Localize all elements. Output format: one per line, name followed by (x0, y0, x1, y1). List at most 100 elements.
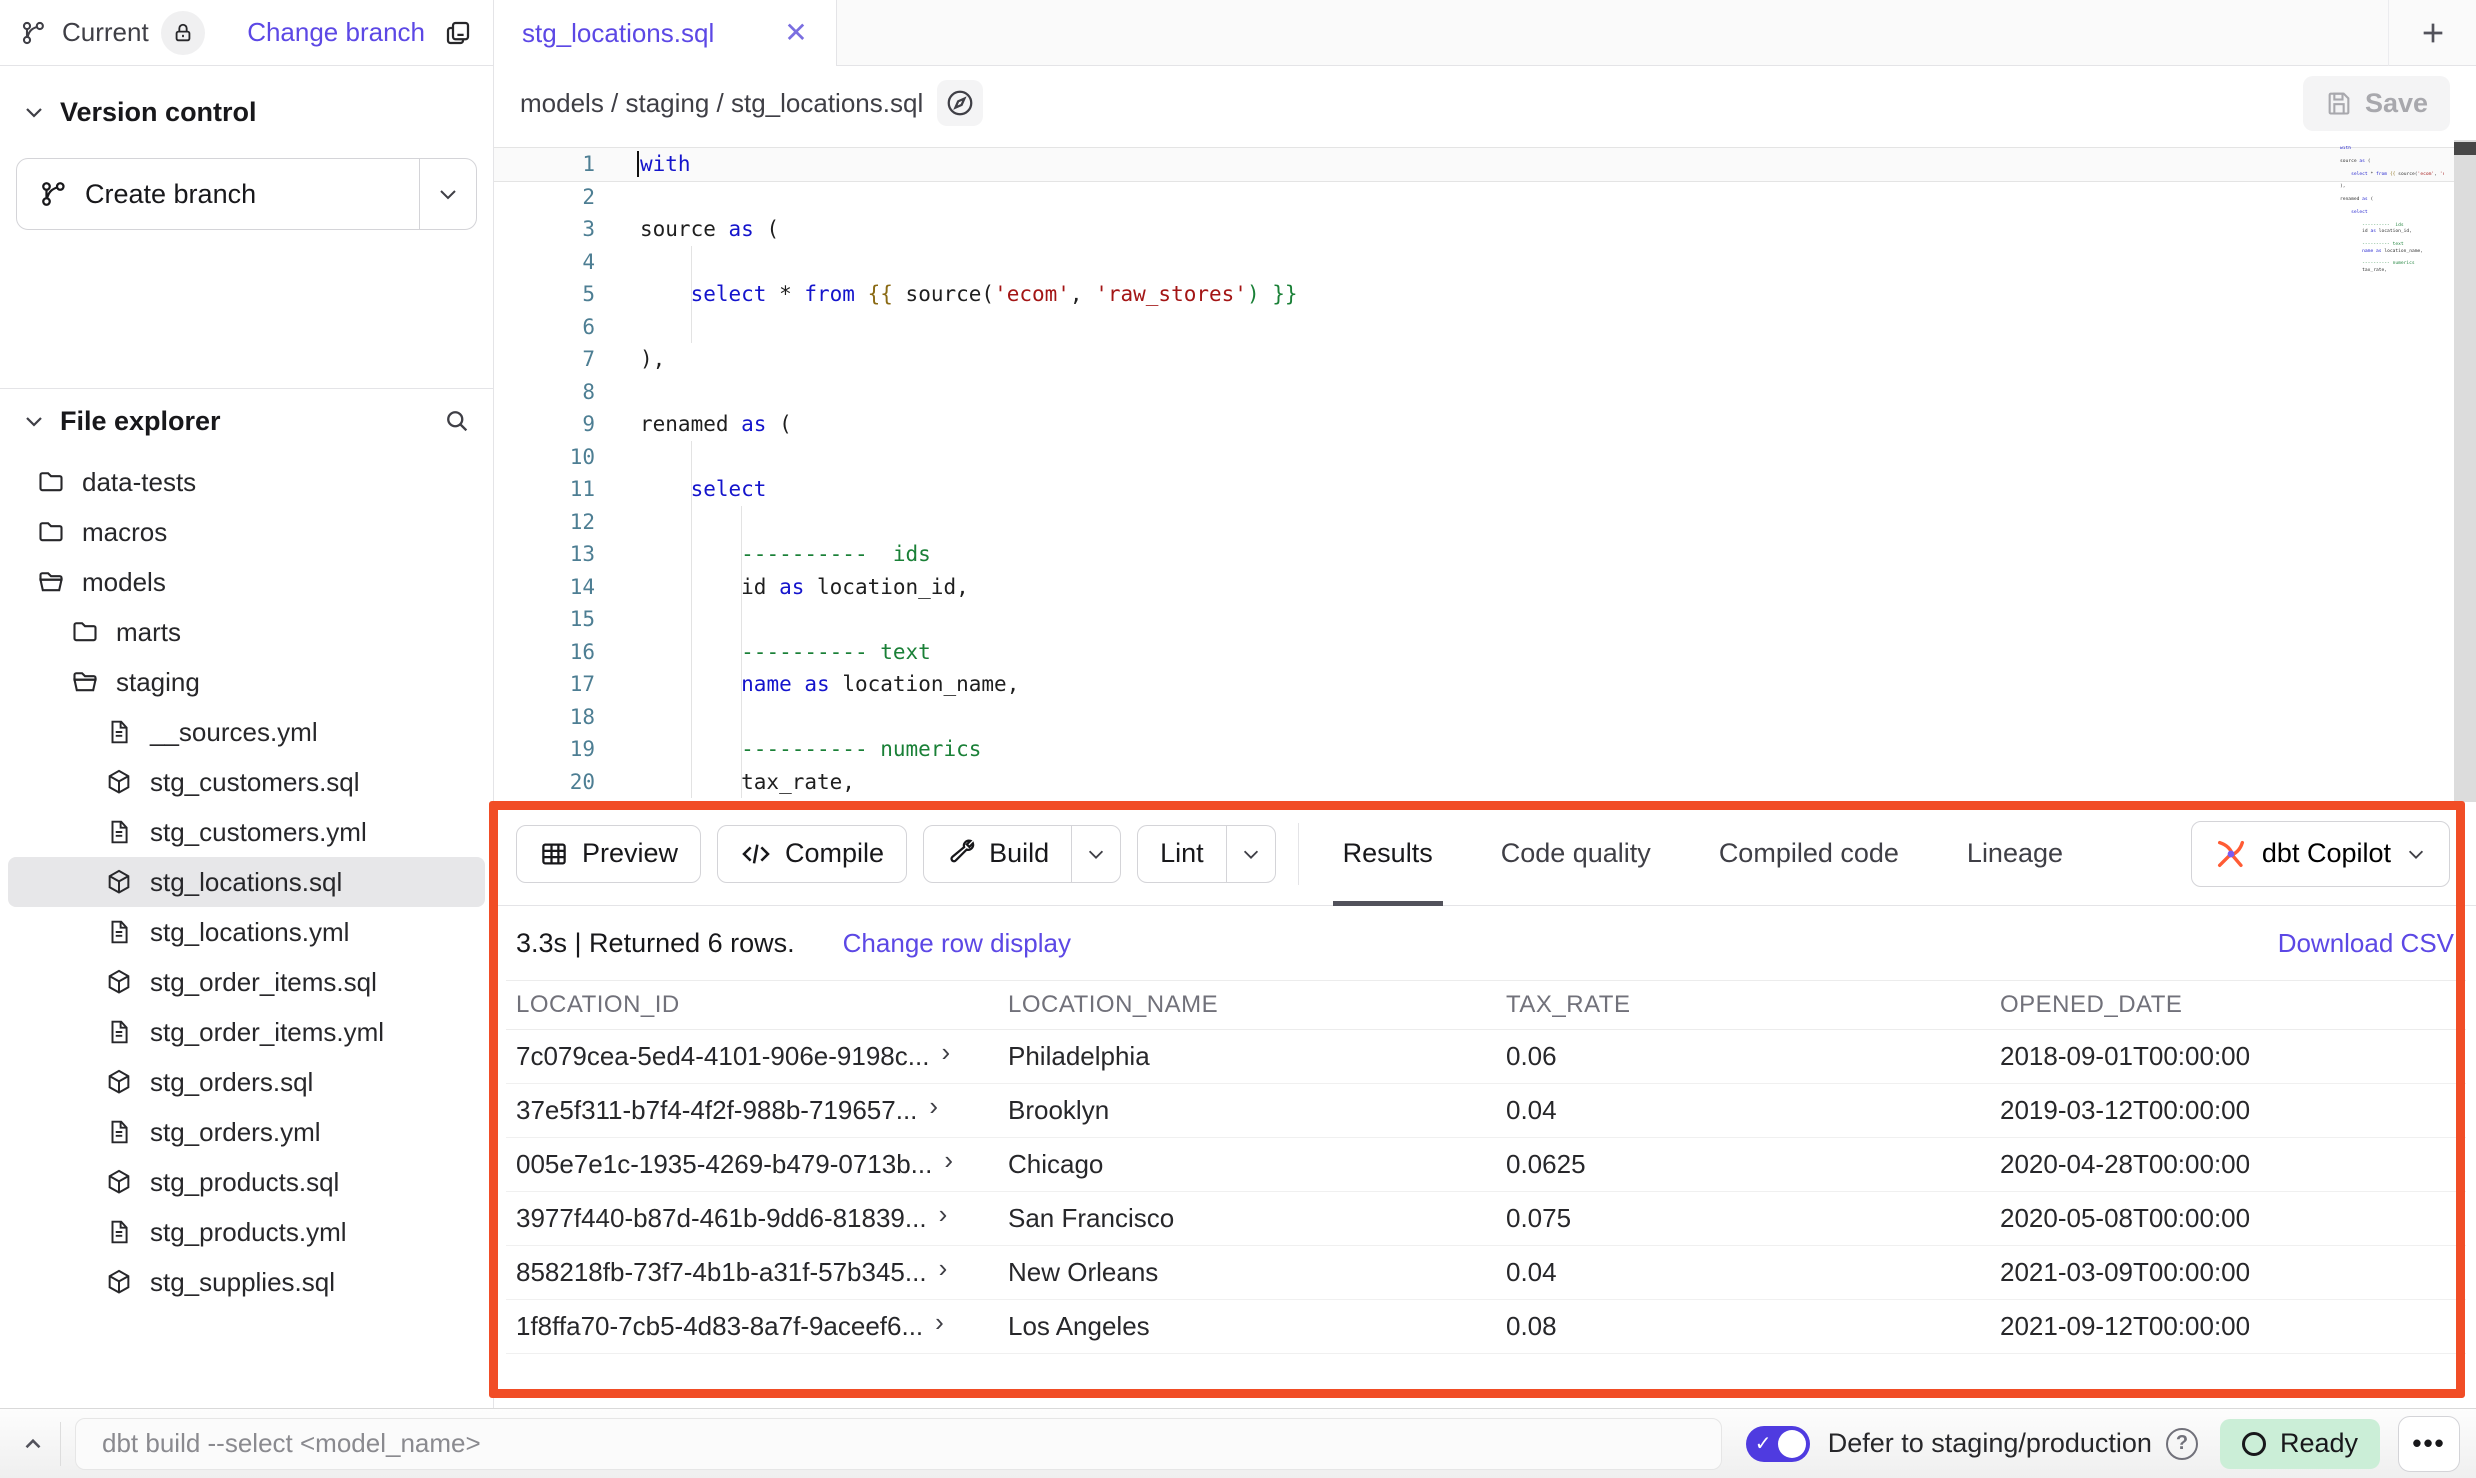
file-tree-item-macros[interactable]: macros (8, 507, 485, 557)
file-tree-item-stg_products.yml[interactable]: stg_products.yml (8, 1207, 485, 1257)
copilot-label: dbt Copilot (2262, 838, 2391, 869)
model-cube-icon (104, 1068, 134, 1096)
code-line-6[interactable]: 6 (494, 311, 2476, 344)
save-button[interactable]: Save (2303, 76, 2450, 131)
column-header-location_id: LOCATION_ID (506, 991, 998, 1019)
file-tree-item-models[interactable]: models (8, 557, 485, 607)
lineage-compass-button[interactable] (937, 80, 983, 126)
lint-dropdown[interactable] (1227, 826, 1275, 882)
file-tree-item-stg_order_items.sql[interactable]: stg_order_items.sql (8, 957, 485, 1007)
expand-cell-icon[interactable]: › (939, 1199, 948, 1230)
code-line-17[interactable]: 17 name as location_name, (494, 668, 2476, 701)
file-explorer-title: File explorer (60, 406, 221, 437)
expand-cell-icon[interactable]: › (935, 1307, 944, 1338)
build-action[interactable]: Build (924, 826, 1071, 882)
code-line-20[interactable]: 20 tax_rate, (494, 766, 2476, 799)
command-input[interactable]: dbt build --select <model_name> (75, 1418, 1722, 1470)
tab-results[interactable]: Results (1333, 802, 1443, 906)
code-line-12[interactable]: 12 (494, 506, 2476, 539)
git-branch-icon (39, 179, 69, 209)
change-branch-link[interactable]: Change branch (247, 17, 425, 48)
code-editor[interactable]: 1with23source as (45 select * from {{ so… (494, 140, 2476, 802)
file-tree-item-staging[interactable]: staging (8, 657, 485, 707)
file-tree-item-stg_orders.sql[interactable]: stg_orders.sql (8, 1057, 485, 1107)
version-control-header[interactable]: Version control (0, 80, 493, 144)
search-icon[interactable] (443, 407, 471, 435)
file-tree-item-data-tests[interactable]: data-tests (8, 457, 485, 507)
code-line-14[interactable]: 14 id as location_id, (494, 571, 2476, 604)
code-line-18[interactable]: 18 (494, 701, 2476, 734)
status-bar: dbt build --select <model_name> ✓ Defer … (0, 1408, 2476, 1478)
code-line-13[interactable]: 13 ---------- ids (494, 538, 2476, 571)
tab-stg-locations[interactable]: stg_locations.sql ✕ (494, 0, 837, 66)
file-tree-item-marts[interactable]: marts (8, 607, 485, 657)
preview-action[interactable]: Preview (517, 826, 700, 882)
plus-icon (2417, 17, 2449, 49)
code-line-3[interactable]: 3source as ( (494, 213, 2476, 246)
results-panel: Preview Compile Build Lint Results Code qual… (494, 802, 2476, 1408)
table-row: 1f8ffa70-7cb5-4d83-8a7f-9aceef6...›Los A… (506, 1300, 2466, 1354)
tab-title: stg_locations.sql (522, 18, 714, 49)
code-line-11[interactable]: 11 select (494, 473, 2476, 506)
code-line-19[interactable]: 19 ---------- numerics (494, 733, 2476, 766)
defer-toggle[interactable]: ✓ (1746, 1426, 1810, 1462)
new-tab-button[interactable] (2388, 0, 2476, 66)
scrollbar-thumb[interactable] (2454, 142, 2476, 155)
file-tree-item-__sources.yml[interactable]: __sources.yml (8, 707, 485, 757)
file-tree-item-stg_supplies.sql[interactable]: stg_supplies.sql (8, 1257, 485, 1307)
compile-button: Compile (717, 825, 907, 883)
chevron-up-icon[interactable] (16, 1431, 50, 1457)
close-icon[interactable]: ✕ (784, 19, 807, 47)
expand-cell-icon[interactable]: › (944, 1145, 953, 1176)
document-icon (104, 919, 134, 945)
code-line-2[interactable]: 2 (494, 181, 2476, 214)
code-line-16[interactable]: 16 ---------- text (494, 636, 2476, 669)
lint-action[interactable]: Lint (1138, 826, 1226, 882)
download-csv-link[interactable]: Download CSV (2278, 928, 2454, 959)
code-line-8[interactable]: 8 (494, 376, 2476, 409)
main-area: stg_locations.sql ✕ models / staging / s… (494, 0, 2476, 1408)
tab-lineage[interactable]: Lineage (1957, 802, 2073, 906)
create-branch-dropdown[interactable] (420, 159, 476, 229)
expand-cell-icon[interactable]: › (941, 1037, 950, 1068)
expand-cell-icon[interactable]: › (929, 1091, 938, 1122)
tab-code-quality[interactable]: Code quality (1491, 802, 1661, 906)
create-branch-main[interactable]: Create branch (17, 159, 419, 229)
code-text: id as location_id, (640, 571, 969, 604)
file-tree-item-stg_products.sql[interactable]: stg_products.sql (8, 1157, 485, 1207)
ready-status-badge[interactable]: Ready (2220, 1419, 2380, 1469)
code-line-15[interactable]: 15 (494, 603, 2476, 636)
help-icon[interactable]: ? (2166, 1428, 2198, 1460)
ready-label: Ready (2280, 1428, 2358, 1459)
code-line-4[interactable]: 4 (494, 246, 2476, 279)
code-line-7[interactable]: 7), (494, 343, 2476, 376)
code-line-10[interactable]: 10 (494, 441, 2476, 474)
compile-action[interactable]: Compile (718, 826, 906, 882)
check-icon: ✓ (1755, 1431, 1772, 1456)
cell-location-id: 005e7e1c-1935-4269-b479-0713b...› (506, 1149, 998, 1180)
file-tree-item-stg_locations.yml[interactable]: stg_locations.yml (8, 907, 485, 957)
change-row-display-link[interactable]: Change row display (843, 928, 1071, 959)
tab-compiled-code[interactable]: Compiled code (1709, 802, 1909, 906)
version-control-title: Version control (60, 97, 257, 128)
expand-cell-icon[interactable]: › (939, 1253, 948, 1284)
code-line-9[interactable]: 9renamed as ( (494, 408, 2476, 441)
code-line-5[interactable]: 5 select * from {{ source('ecom', 'raw_s… (494, 278, 2476, 311)
build-dropdown[interactable] (1072, 826, 1120, 882)
text-cursor (637, 151, 639, 177)
file-tree-item-stg_customers.yml[interactable]: stg_customers.yml (8, 807, 485, 857)
file-tree-item-stg_locations.sql[interactable]: stg_locations.sql (8, 857, 485, 907)
column-header-tax_rate: TAX_RATE (1496, 991, 1990, 1019)
more-options-button[interactable]: ••• (2398, 1416, 2460, 1472)
file-explorer-header[interactable]: File explorer (0, 389, 493, 453)
dbt-copilot-button[interactable]: dbt Copilot (2191, 821, 2450, 887)
file-tree-item-stg_customers.sql[interactable]: stg_customers.sql (8, 757, 485, 807)
editor-scrollbar[interactable] (2454, 140, 2476, 802)
line-number: 13 (494, 538, 595, 571)
copy-icon[interactable] (443, 18, 473, 48)
file-name: models (82, 567, 166, 598)
code-line-1[interactable]: 1with (494, 148, 2476, 181)
file-tree-item-stg_orders.yml[interactable]: stg_orders.yml (8, 1107, 485, 1157)
git-branch-icon (20, 19, 48, 47)
file-tree-item-stg_order_items.yml[interactable]: stg_order_items.yml (8, 1007, 485, 1057)
